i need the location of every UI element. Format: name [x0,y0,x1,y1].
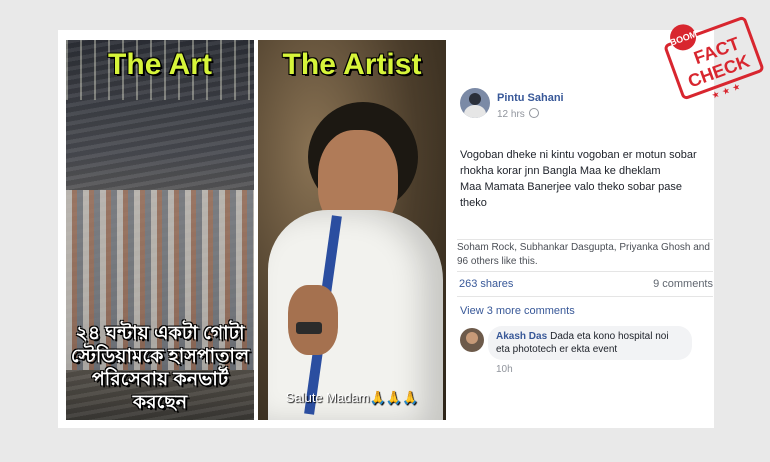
salute-caption: Salute Madam🙏🙏🙏 [285,390,419,405]
post-time[interactable]: 12 hrs [497,109,525,120]
comments-count[interactable]: 9 comments [653,278,713,290]
view-more-comments-link[interactable]: View 3 more comments [460,305,575,317]
caption-line: পরিসেবায় কনভার্ট করছেন [91,369,229,413]
artist-image: The Artist Salute Madam🙏🙏🙏 [258,40,446,420]
bengali-caption: ২৪ ঘন্টায় একটা গোটা স্টেডিয়ামকে হাসপাত… [70,322,250,414]
post-text-line: Maa Mamata Banerjee valo theko sobar pas… [460,181,682,209]
commenter-avatar[interactable] [460,328,484,352]
post-text: Vogoban dheke ni kintu vogoban er motun … [460,147,710,211]
stamp-stars-icon: ★ ★ ★ [711,82,743,102]
likes-summary[interactable]: Soham Rock, Subhankar Dasgupta, Priyanka… [457,239,713,269]
post-card: The Art ২৪ ঘন্টায় একটা গোটা স্টেডিয়ামক… [58,30,714,428]
post-stats: 263 shares 9 comments [457,271,713,297]
watch [296,322,322,334]
author-name[interactable]: Pintu Sahani [497,92,564,104]
comment-bubble: Akash Das Dada eta kono hospital noi eta … [488,326,692,360]
fact-check-stamp: BOOM FACT CHECK ★ ★ ★ [664,16,764,102]
art-title: The Art [108,48,212,81]
globe-icon [528,108,539,118]
author-avatar[interactable] [460,88,490,118]
post-text-line: rhokha korar jnn Bangla Maa ke dheklam [460,165,661,177]
caption-line: ২৪ ঘন্টায় একটা গোটা [75,323,245,344]
figure-hand [288,285,338,355]
comment-time[interactable]: 10h [496,364,513,375]
post-meta: 12 hrs [497,108,539,120]
art-image: The Art ২৪ ঘন্টায় একটা গোটা স্টেডিয়ামক… [66,40,254,420]
comment-author[interactable]: Akash Das [496,331,547,342]
caption-line: স্টেডিয়ামকে হাসপাতাল [70,346,250,367]
shares-count[interactable]: 263 shares [459,278,513,290]
post-text-line: Vogoban dheke ni kintu vogoban er motun … [460,149,697,161]
artist-title: The Artist [282,48,422,81]
